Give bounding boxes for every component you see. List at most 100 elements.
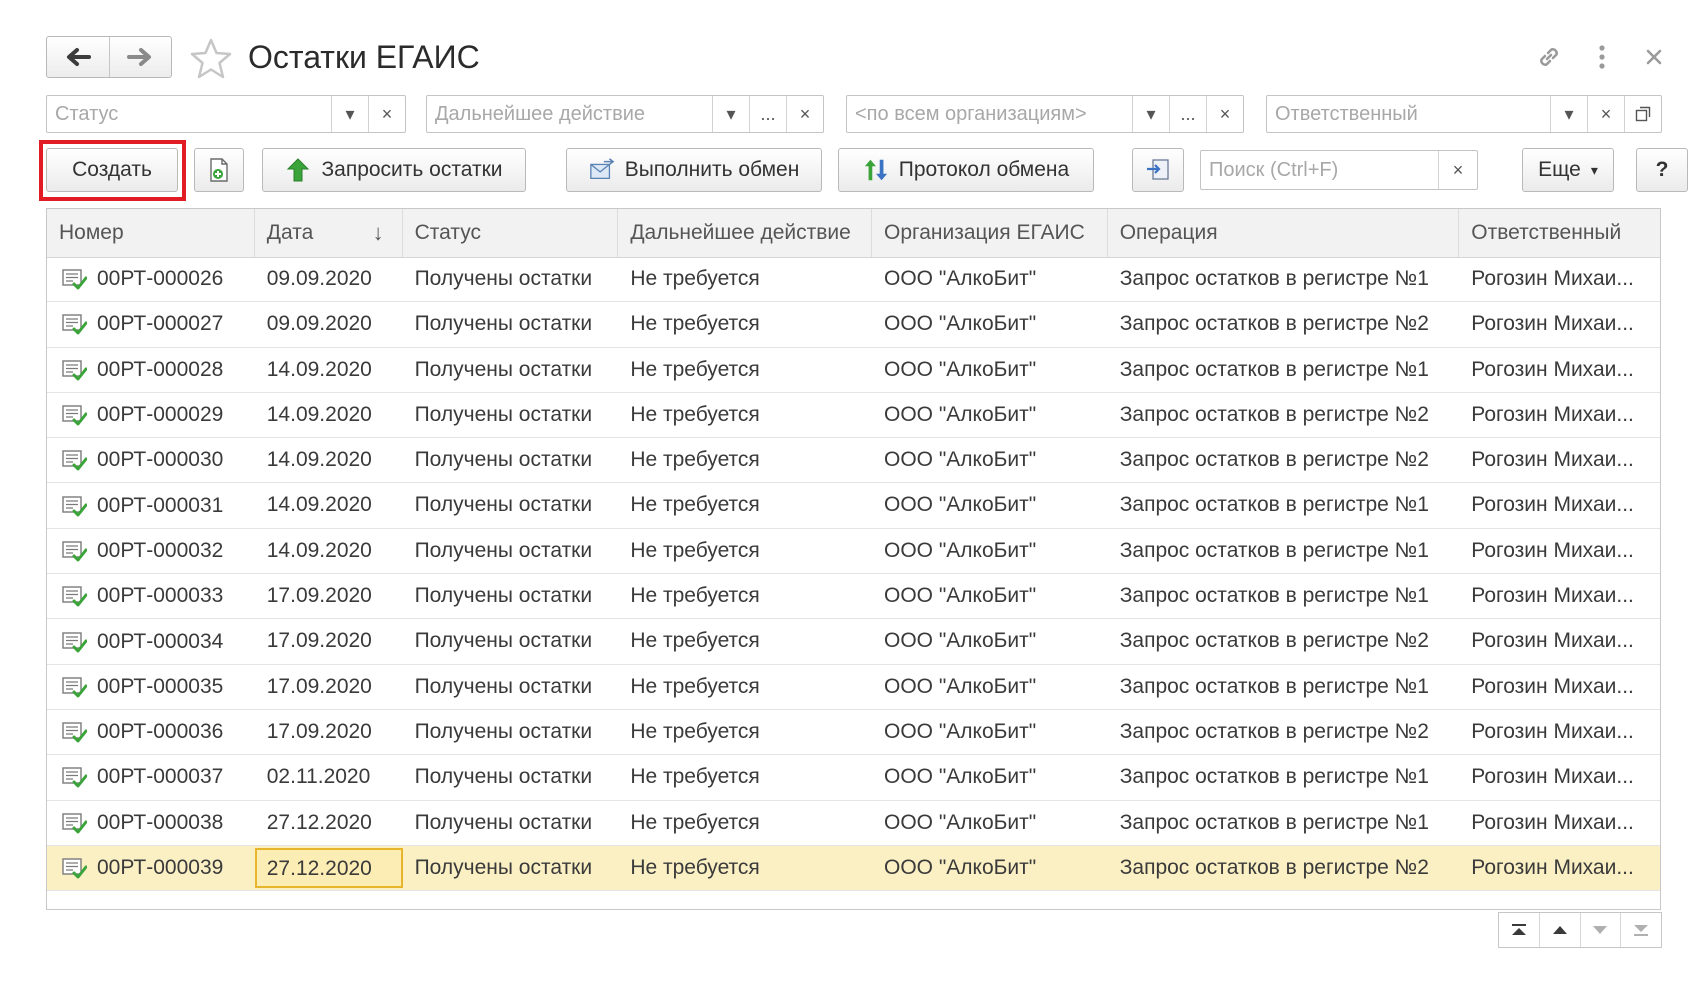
scroll-to-top-button[interactable] xyxy=(1499,913,1539,947)
cell-operation[interactable]: Запрос остатков в регистре №2 xyxy=(1108,710,1460,754)
organization-dropdown-button[interactable]: ▾ xyxy=(1132,96,1169,132)
cell-number[interactable]: 00РТ-000035 xyxy=(47,665,255,709)
column-header-date[interactable]: Дата ↓ xyxy=(255,209,403,257)
next-action-dropdown-button[interactable]: ▾ xyxy=(712,96,749,132)
table-row[interactable]: 00РТ-000029 14.09.2020 Получены остатки Не … xyxy=(47,393,1660,439)
table-row[interactable]: 00РТ-000027 09.09.2020 Получены остатки Не … xyxy=(47,302,1660,348)
cell-responsible[interactable]: Рогозин Михаи... xyxy=(1459,257,1660,301)
cell-status[interactable]: Получены остатки xyxy=(403,801,619,845)
cell-responsible[interactable]: Рогозин Михаи... xyxy=(1459,574,1660,618)
cell-organization[interactable]: ООО "АлкоБит" xyxy=(872,801,1108,845)
cell-date[interactable]: 09.09.2020 xyxy=(255,302,403,346)
column-header-status[interactable]: Статус xyxy=(403,209,619,257)
cell-operation[interactable]: Запрос остатков в регистре №1 xyxy=(1108,348,1460,392)
status-clear-button[interactable]: × xyxy=(368,96,405,132)
cell-number[interactable]: 00РТ-000037 xyxy=(47,755,255,799)
cell-next-action[interactable]: Не требуется xyxy=(618,302,872,346)
cell-responsible[interactable]: Рогозин Михаи... xyxy=(1459,302,1660,346)
cell-organization[interactable]: ООО "АлкоБит" xyxy=(872,483,1108,527)
scroll-down-button[interactable] xyxy=(1579,913,1621,947)
cell-operation[interactable]: Запрос остатков в регистре №1 xyxy=(1108,801,1460,845)
cell-number[interactable]: 00РТ-000038 xyxy=(47,801,255,845)
column-header-organization[interactable]: Организация ЕГАИС xyxy=(872,209,1108,257)
cell-status[interactable]: Получены остатки xyxy=(403,665,619,709)
column-header-next-action[interactable]: Дальнейшее действие xyxy=(618,209,872,257)
cell-responsible[interactable]: Рогозин Михаи... xyxy=(1459,393,1660,437)
cell-status[interactable]: Получены остатки xyxy=(403,710,619,754)
cell-number[interactable]: 00РТ-000029 xyxy=(47,393,255,437)
exchange-protocol-button[interactable]: Протокол обмена xyxy=(838,148,1094,192)
run-exchange-button[interactable]: Выполнить обмен xyxy=(566,148,822,192)
cell-next-action[interactable]: Не требуется xyxy=(618,529,872,573)
cell-next-action[interactable]: Не требуется xyxy=(618,257,872,301)
more-menu-button[interactable] xyxy=(1585,40,1619,74)
create-copy-button[interactable] xyxy=(194,148,244,192)
organization-filter[interactable]: <по всем организациям> ▾ ... × xyxy=(846,95,1244,133)
cell-operation[interactable]: Запрос остатков в регистре №2 xyxy=(1108,393,1460,437)
cell-number[interactable]: 00РТ-000027 xyxy=(47,302,255,346)
cell-operation[interactable]: Запрос остатков в регистре №1 xyxy=(1108,755,1460,799)
cell-responsible[interactable]: Рогозин Михаи... xyxy=(1459,710,1660,754)
table-row[interactable]: 00РТ-000034 17.09.2020 Получены остатки Не … xyxy=(47,619,1660,665)
back-button[interactable] xyxy=(47,37,109,77)
cell-number[interactable]: 00РТ-000032 xyxy=(47,529,255,573)
cell-status[interactable]: Получены остатки xyxy=(403,529,619,573)
cell-next-action[interactable]: Не требуется xyxy=(618,801,872,845)
cell-date[interactable]: 17.09.2020 xyxy=(255,574,403,618)
column-header-number[interactable]: Номер xyxy=(47,209,255,257)
table-row[interactable]: 00РТ-000038 27.12.2020 Получены остатки Не … xyxy=(47,801,1660,846)
forward-button[interactable] xyxy=(108,37,172,77)
cell-number[interactable]: 00РТ-000026 xyxy=(47,257,255,301)
cell-organization[interactable]: ООО "АлкоБит" xyxy=(872,755,1108,799)
cell-number[interactable]: 00РТ-000030 xyxy=(47,438,255,482)
cell-responsible[interactable]: Рогозин Михаи... xyxy=(1459,529,1660,573)
cell-date[interactable]: 27.12.2020 xyxy=(255,801,403,845)
cell-date[interactable]: 14.09.2020 xyxy=(255,348,403,392)
cell-status[interactable]: Получены остатки xyxy=(403,574,619,618)
status-dropdown-button[interactable]: ▾ xyxy=(331,96,368,132)
cell-status[interactable]: Получены остатки xyxy=(403,348,619,392)
cell-number[interactable]: 00РТ-000034 xyxy=(47,619,255,663)
cell-operation[interactable]: Запрос остатков в регистре №1 xyxy=(1108,257,1460,301)
cell-organization[interactable]: ООО "АлкоБит" xyxy=(872,393,1108,437)
import-button[interactable] xyxy=(1132,148,1184,192)
column-header-responsible[interactable]: Ответственный xyxy=(1459,209,1660,257)
search-field[interactable]: Поиск (Ctrl+F) × xyxy=(1200,150,1478,190)
cell-date[interactable]: 27.12.2020 xyxy=(254,847,403,889)
table-row[interactable]: 00РТ-000035 17.09.2020 Получены остатки Не … xyxy=(47,665,1660,710)
cell-organization[interactable]: ООО "АлкоБит" xyxy=(872,710,1108,754)
table-row[interactable]: 00РТ-000030 14.09.2020 Получены остатки Не … xyxy=(47,438,1660,484)
cell-organization[interactable]: ООО "АлкоБит" xyxy=(872,438,1108,482)
next-action-clear-button[interactable]: × xyxy=(786,96,823,132)
cell-organization[interactable]: ООО "АлкоБит" xyxy=(872,302,1108,346)
request-balances-button[interactable]: Запросить остатки xyxy=(262,148,526,192)
organization-select-button[interactable]: ... xyxy=(1169,96,1206,132)
cell-next-action[interactable]: Не требуется xyxy=(618,574,872,618)
cell-next-action[interactable]: Не требуется xyxy=(618,755,872,799)
cell-operation[interactable]: Запрос остатков в регистре №1 xyxy=(1108,574,1460,618)
cell-next-action[interactable]: Не требуется xyxy=(618,665,872,709)
cell-date[interactable]: 14.09.2020 xyxy=(255,529,403,573)
cell-organization[interactable]: ООО "АлкоБит" xyxy=(872,529,1108,573)
sort-descending-icon[interactable]: ↓ xyxy=(373,209,384,257)
cell-status[interactable]: Получены остатки xyxy=(403,302,619,346)
cell-organization[interactable]: ООО "АлкоБит" xyxy=(872,619,1108,663)
cell-number[interactable]: 00РТ-000039 xyxy=(47,846,255,890)
cell-organization[interactable]: ООО "АлкоБит" xyxy=(872,665,1108,709)
create-button[interactable]: Создать xyxy=(46,148,178,192)
table-row[interactable]: 00РТ-000039 27.12.2020 Получены остатки Не … xyxy=(47,845,1660,892)
table-row[interactable]: 00РТ-000032 14.09.2020 Получены остатки Не … xyxy=(47,529,1660,575)
cell-operation[interactable]: Запрос остатков в регистре №2 xyxy=(1108,619,1460,663)
cell-responsible[interactable]: Рогозин Михаи... xyxy=(1459,755,1660,799)
table-row[interactable]: 00РТ-000026 09.09.2020 Получены остатки Не … xyxy=(47,257,1660,303)
next-action-filter-input[interactable]: Дальнейшее действие xyxy=(427,96,712,132)
cell-status[interactable]: Получены остатки xyxy=(403,257,619,301)
cell-next-action[interactable]: Не требуется xyxy=(618,483,872,527)
cell-status[interactable]: Получены остатки xyxy=(403,393,619,437)
cell-organization[interactable]: ООО "АлкоБит" xyxy=(872,846,1108,890)
cell-operation[interactable]: Запрос остатков в регистре №1 xyxy=(1108,483,1460,527)
cell-number[interactable]: 00РТ-000033 xyxy=(47,574,255,618)
help-button[interactable]: ? xyxy=(1636,148,1688,192)
cell-operation[interactable]: Запрос остатков в регистре №2 xyxy=(1108,302,1460,346)
responsible-filter-input[interactable]: Ответственный xyxy=(1267,96,1550,132)
